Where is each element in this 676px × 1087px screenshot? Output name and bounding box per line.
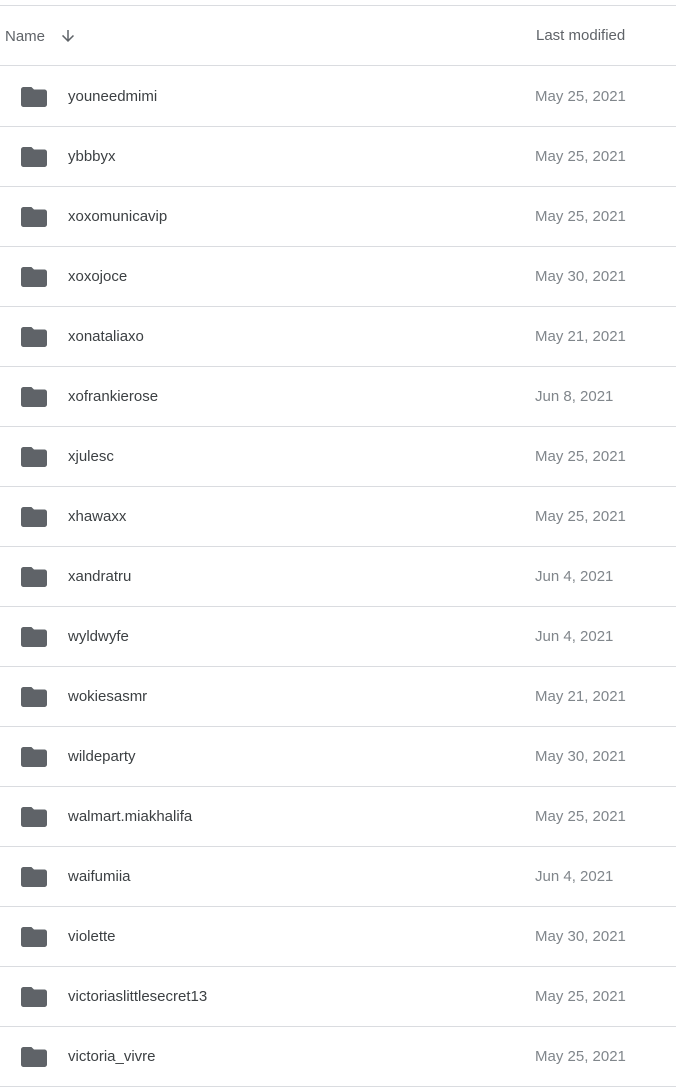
- last-modified-date: Jun 4, 2021: [535, 628, 614, 645]
- file-name: xofrankierose: [68, 388, 159, 405]
- folder-icon: [21, 567, 47, 587]
- folder-icon: [21, 267, 47, 287]
- folder-icon: [21, 207, 47, 227]
- table-row[interactable]: xandratru Jun 4, 2021: [0, 547, 676, 607]
- last-modified-date: May 21, 2021: [535, 688, 626, 705]
- name-column-label: Name: [5, 27, 46, 45]
- last-modified-date: May 21, 2021: [535, 328, 626, 345]
- last-modified-date: May 25, 2021: [535, 508, 626, 525]
- file-name: wildeparty: [68, 748, 136, 765]
- folder-icon: [21, 147, 47, 167]
- table-row[interactable]: victoria_vivre May 25, 2021: [0, 1027, 676, 1087]
- file-name: xonataliaxo: [68, 328, 144, 345]
- table-row[interactable]: wildeparty May 30, 2021: [0, 727, 676, 787]
- folder-icon: [21, 807, 47, 827]
- file-name: waifumiia: [68, 868, 131, 885]
- last-modified-date: May 25, 2021: [535, 148, 626, 165]
- file-name: xjulesc: [68, 448, 114, 465]
- last-modified-column-label[interactable]: Last modified: [536, 6, 625, 66]
- file-name: xoxomunicavip: [68, 208, 168, 225]
- file-name: xhawaxx: [68, 508, 127, 525]
- last-modified-date: Jun 4, 2021: [535, 868, 614, 885]
- folder-icon: [21, 327, 47, 347]
- table-row[interactable]: xoxomunicavip May 25, 2021: [0, 187, 676, 247]
- table-row[interactable]: xoxojoce May 30, 2021: [0, 247, 676, 307]
- file-name: wyldwyfe: [68, 628, 129, 645]
- folder-icon: [21, 507, 47, 527]
- table-row[interactable]: wokiesasmr May 21, 2021: [0, 667, 676, 727]
- last-modified-date: May 25, 2021: [535, 988, 626, 1005]
- last-modified-date: May 25, 2021: [535, 448, 626, 465]
- file-list: youneedmimi May 25, 2021 ybbbyx May 25, 202…: [0, 67, 676, 1087]
- folder-icon: [21, 987, 47, 1007]
- file-list-header: Name Last modified: [0, 6, 676, 66]
- last-modified-date: Jun 8, 2021: [535, 388, 614, 405]
- last-modified-date: May 25, 2021: [535, 208, 626, 225]
- file-name: xandratru: [68, 568, 132, 585]
- file-name: violette: [68, 928, 116, 945]
- sort-by-name-button[interactable]: Name: [5, 6, 77, 66]
- table-row[interactable]: ybbbyx May 25, 2021: [0, 127, 676, 187]
- arrow-down-icon[interactable]: [59, 27, 77, 45]
- folder-icon: [21, 927, 47, 947]
- last-modified-date: May 25, 2021: [535, 1048, 626, 1065]
- last-modified-date: Jun 4, 2021: [535, 568, 614, 585]
- folder-icon: [21, 627, 47, 647]
- table-row[interactable]: victoriaslittlesecret13 May 25, 2021: [0, 967, 676, 1027]
- folder-icon: [21, 1047, 47, 1067]
- file-name: xoxojoce: [68, 268, 128, 285]
- table-row[interactable]: youneedmimi May 25, 2021: [0, 67, 676, 127]
- last-modified-date: May 30, 2021: [535, 268, 626, 285]
- file-name: victoriaslittlesecret13: [68, 988, 208, 1005]
- table-row[interactable]: xonataliaxo May 21, 2021: [0, 307, 676, 367]
- folder-icon: [21, 867, 47, 887]
- folder-icon: [21, 747, 47, 767]
- file-name: ybbbyx: [68, 148, 116, 165]
- table-row[interactable]: wyldwyfe Jun 4, 2021: [0, 607, 676, 667]
- file-name: walmart.miakhalifa: [68, 808, 193, 825]
- folder-icon: [21, 447, 47, 467]
- table-row[interactable]: waifumiia Jun 4, 2021: [0, 847, 676, 907]
- file-name: youneedmimi: [68, 88, 158, 105]
- table-row[interactable]: walmart.miakhalifa May 25, 2021: [0, 787, 676, 847]
- last-modified-date: May 30, 2021: [535, 928, 626, 945]
- folder-icon: [21, 687, 47, 707]
- file-name: wokiesasmr: [68, 688, 148, 705]
- folder-icon: [21, 387, 47, 407]
- last-modified-date: May 25, 2021: [535, 88, 626, 105]
- last-modified-date: May 30, 2021: [535, 748, 626, 765]
- table-row[interactable]: xjulesc May 25, 2021: [0, 427, 676, 487]
- last-modified-date: May 25, 2021: [535, 808, 626, 825]
- table-row[interactable]: xhawaxx May 25, 2021: [0, 487, 676, 547]
- table-row[interactable]: xofrankierose Jun 8, 2021: [0, 367, 676, 427]
- folder-icon: [21, 87, 47, 107]
- table-row[interactable]: violette May 30, 2021: [0, 907, 676, 967]
- file-name: victoria_vivre: [68, 1048, 156, 1065]
